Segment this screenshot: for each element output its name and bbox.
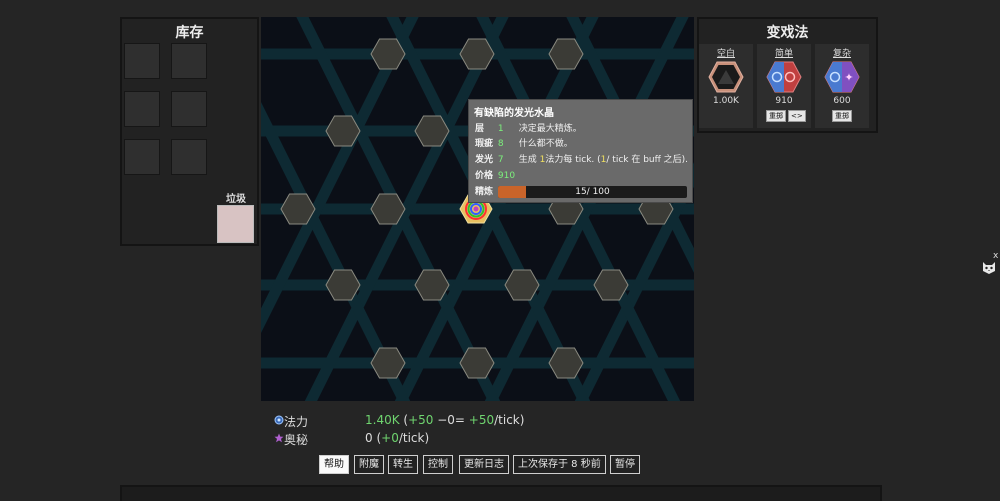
arcane-paren: ( xyxy=(372,431,382,445)
item-tooltip: 有缺陷的发光水晶 层 1 决定最大精炼。 瑕疵 8 什么都不做。 发光 7 生成… xyxy=(468,99,693,203)
spell-complex[interactable]: 复杂 ✦ 600 重掷 xyxy=(815,44,869,128)
swap-button[interactable]: <> xyxy=(788,110,806,122)
spell-name[interactable]: 简单 xyxy=(757,46,811,59)
board-grid xyxy=(261,17,694,401)
spell-name[interactable]: 复杂 xyxy=(815,46,869,59)
inventory-slot[interactable] xyxy=(171,91,207,127)
pause-button[interactable]: 暂停 xyxy=(610,455,640,474)
arcane-value: 0 (+0/tick) xyxy=(365,431,429,445)
controls-button[interactable]: 控制 xyxy=(423,455,453,474)
bottom-panel xyxy=(120,485,882,501)
spell-cost: 910 xyxy=(775,96,793,106)
arcane-label: 奥秘 xyxy=(284,433,309,447)
tooltip-value: 910 xyxy=(497,171,516,181)
reroll-button[interactable]: 重掷 xyxy=(766,110,786,122)
mana-amount: 1.40K xyxy=(365,413,400,427)
spell-simple[interactable]: 简单 910 重掷 <> xyxy=(757,44,811,128)
arcane-gain: +0 xyxy=(381,431,399,445)
spell-blank[interactable]: 空白 1.00K xyxy=(699,44,753,128)
mana-gain: +50 xyxy=(408,413,434,427)
spell-cost: 600 xyxy=(833,96,851,106)
tooltip-desc: 决定最大精炼。 xyxy=(518,124,582,134)
changelog-button[interactable]: 更新日志 xyxy=(459,455,509,474)
simple-crystal-icon xyxy=(766,61,802,93)
cat-face-icon[interactable] xyxy=(981,259,997,275)
inventory-title: 库存 xyxy=(175,25,204,41)
arcane-unit: /tick) xyxy=(398,431,430,445)
blank-crystal-icon xyxy=(708,61,744,93)
enchant-button[interactable]: 附魔 xyxy=(354,455,384,474)
help-button[interactable]: 帮助 xyxy=(319,455,349,474)
inventory-slot[interactable] xyxy=(124,43,160,79)
spell-name[interactable]: 空白 xyxy=(699,46,753,59)
tooltip-value: 1 xyxy=(497,124,504,134)
reroll-button[interactable]: 重掷 xyxy=(832,110,852,122)
tooltip-row: 精炼 xyxy=(475,186,495,198)
refine-label: 精炼 xyxy=(475,187,494,197)
complex-crystal-icon: ✦ xyxy=(824,61,860,93)
mana-paren: ( xyxy=(399,413,409,427)
mana-label: 法力 xyxy=(284,415,309,429)
tooltip-key: 瑕疵 xyxy=(475,139,494,149)
mana-unit: /tick) xyxy=(494,413,525,427)
trash-slot[interactable] xyxy=(217,205,254,243)
refine-progress-bar: 15/ 100 xyxy=(498,186,687,198)
tooltip-key: 发光 xyxy=(475,155,494,165)
tooltip-row: 层 1 决定最大精炼。 xyxy=(475,123,582,135)
svg-text:✦: ✦ xyxy=(844,71,853,84)
last-save-button[interactable]: 上次保存于 8 秒前 xyxy=(513,455,606,474)
arcane-amount: 0 xyxy=(365,431,373,445)
tooltip-value: 8 xyxy=(497,139,504,149)
spell-cost: 1.00K xyxy=(713,96,739,106)
rebirth-button[interactable]: 转生 xyxy=(388,455,418,474)
arcane-star-icon xyxy=(274,433,284,443)
tooltip-row: 瑕疵 8 什么都不做。 xyxy=(475,138,573,150)
tooltip-desc: 什么都不做。 xyxy=(518,139,573,149)
tooltip-title: 有缺陷的发光水晶 xyxy=(474,108,554,119)
mana-loss: −0= xyxy=(433,413,469,427)
mana-net: +50 xyxy=(468,413,495,427)
mana-orb-icon xyxy=(274,415,284,425)
tooltip-key: 层 xyxy=(475,124,485,134)
tooltip-desc: 生成 xyxy=(518,155,540,165)
mana-value: 1.40K (+50 −0= +50/tick) xyxy=(365,413,524,427)
tooltip-value: 7 xyxy=(497,155,504,165)
inventory-slot[interactable] xyxy=(171,43,207,79)
trash-label: 垃圾 xyxy=(226,194,246,205)
refine-progress-text: 15/ 100 xyxy=(575,187,610,197)
tooltip-desc: / tick 在 buff 之后). xyxy=(606,155,689,165)
tooltip-key: 价格 xyxy=(475,171,494,181)
inventory-slot[interactable] xyxy=(124,91,160,127)
tooltip-desc: 法力每 tick. ( xyxy=(545,155,601,165)
inventory-slot[interactable] xyxy=(171,139,207,175)
transmute-title: 变戏法 xyxy=(766,25,809,41)
inventory-slot[interactable] xyxy=(124,139,160,175)
game-board[interactable] xyxy=(261,17,694,401)
tooltip-row: 发光 7 生成 1法力每 tick. (1/ tick 在 buff 之后). xyxy=(475,154,688,166)
tooltip-row: 价格 910 xyxy=(475,170,515,182)
